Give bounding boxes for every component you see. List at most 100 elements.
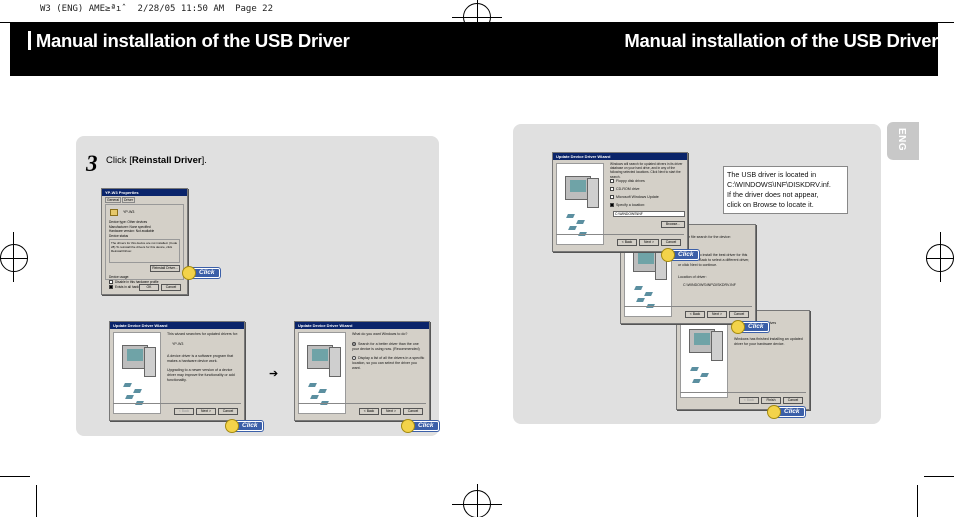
cancel-button[interactable]: Cancel <box>783 397 803 404</box>
registration-mark-h <box>0 258 28 259</box>
crop-mark <box>36 485 37 517</box>
computer-icon <box>711 331 723 361</box>
tab-driver[interactable]: Driver <box>122 197 136 203</box>
step-number: 3 <box>86 151 98 176</box>
disk-icon <box>700 373 709 377</box>
left-page-title: Manual installation of the USB Driver <box>28 30 350 52</box>
click-label: Click <box>784 408 800 415</box>
reinstall-driver-button[interactable]: Reinstall Driver... <box>150 265 180 272</box>
click-label: Click <box>199 269 215 276</box>
next-button[interactable]: Next > <box>639 239 659 246</box>
next-button[interactable]: Next > <box>381 408 401 415</box>
status-label: Device status <box>109 233 129 238</box>
cancel-button[interactable]: Cancel <box>161 284 181 291</box>
disk-icon <box>125 395 134 399</box>
title-rule <box>28 31 31 50</box>
checkbox-icon <box>610 203 614 207</box>
wizard-text: Upgrading to a newer version of a device… <box>167 368 235 382</box>
click-label: Click <box>748 323 764 330</box>
print-slug: W3 (ENG) AME≥ªıˆ 2/28/05 11:50 AM Page 2… <box>40 4 273 14</box>
wizard-intro: This wizard searches for updated drivers… <box>167 332 238 336</box>
location-option[interactable]: Microsoft Windows Update <box>610 195 659 200</box>
cancel-button[interactable]: Cancel <box>661 239 681 246</box>
wizard-question: What do you want Windows to do? <box>352 332 408 336</box>
step-prefix: Click [ <box>106 155 132 166</box>
wizard-option[interactable]: Search for a better driver than the one … <box>352 342 426 352</box>
divider <box>680 392 806 393</box>
registration-mark-v <box>477 484 478 517</box>
step-instruction: Click [Reinstall Driver]. <box>106 155 207 166</box>
disk-icon <box>690 367 699 371</box>
next-button[interactable]: Next > <box>707 311 727 318</box>
wizard-illustration <box>556 163 604 245</box>
device-name: YP-W3 <box>123 210 135 214</box>
ok-button[interactable]: OK <box>139 284 159 291</box>
disk-icon <box>566 214 575 218</box>
back-button[interactable]: < Back <box>685 311 705 318</box>
tab-general[interactable]: General <box>105 197 122 203</box>
disk-icon <box>308 383 317 387</box>
device-info: Device type: Other devices Manufacturer:… <box>109 220 154 238</box>
browse-button[interactable]: Browse... <box>661 221 685 228</box>
wizard-option[interactable]: Display a list of all the drivers in a s… <box>352 356 426 371</box>
disk-icon <box>123 383 132 387</box>
wizard-text: ...driver file search for the device: <box>678 235 731 239</box>
location-option[interactable]: Specify a location: <box>610 203 645 208</box>
cancel-button[interactable]: Cancel <box>403 408 423 415</box>
cancel-button[interactable]: Cancel <box>218 408 238 415</box>
location-option[interactable]: CD-ROM drive <box>610 187 640 192</box>
language-tab: ENG <box>887 122 919 160</box>
wizard-buttons: < Back Next > Cancel <box>174 408 238 415</box>
computer-icon <box>329 347 341 377</box>
wizard-text: A device driver is a software program th… <box>167 354 234 363</box>
back-button[interactable]: < Back <box>739 397 759 404</box>
crop-mark <box>938 22 954 23</box>
callout-line: If the driver does not appear, <box>727 190 819 199</box>
registration-mark-v <box>13 232 14 282</box>
step-suffix: ]. <box>201 155 207 166</box>
location-option-label: Specify a location: <box>616 203 646 207</box>
registration-mark-v <box>940 232 941 282</box>
click-badge: Click <box>661 248 699 262</box>
wizard-buttons: < Back Next > Cancel <box>617 239 681 246</box>
disk-icon <box>576 220 585 224</box>
click-badge: Click <box>767 405 805 419</box>
left-title-text: Manual installation of the USB Driver <box>35 30 350 51</box>
next-button[interactable]: Next > <box>196 408 216 415</box>
callout-line: C:\WINDOWS\INF\DISKDRV.inf. <box>727 180 831 189</box>
location-value: C:\WINDOWS\INF\DISKDRV.INF <box>683 283 736 287</box>
title-rule <box>943 31 946 50</box>
wizard-text: Windows has finished installing an updat… <box>734 337 803 346</box>
wizard-illustration <box>113 332 161 414</box>
disk-icon <box>636 298 645 302</box>
divider <box>556 234 684 235</box>
wizard-welcome-dialog: Update Device Driver Wizard This wizard … <box>109 321 245 421</box>
location-path-field[interactable]: C:\WINDOWS\INF <box>613 211 685 217</box>
wizard-buttons: < Back Next > Cancel <box>685 311 749 318</box>
back-button[interactable]: < Back <box>359 408 379 415</box>
crop-mark <box>0 476 30 477</box>
finish-button[interactable]: Finish <box>761 397 781 404</box>
tab-row: General Driver <box>105 197 136 203</box>
checkbox-icon <box>610 187 614 191</box>
computer-icon <box>144 347 156 377</box>
checkbox-icon <box>610 195 614 199</box>
dialog-title: Update Device Driver Wizard <box>295 322 429 329</box>
click-label: Click <box>418 422 434 429</box>
cancel-button[interactable]: Cancel <box>729 311 749 318</box>
back-button[interactable]: < Back <box>174 408 194 415</box>
wizard-buttons: < Back Finish Cancel <box>739 397 803 404</box>
tab-page: YP-W3 Device type: Other devices Manufac… <box>105 204 184 289</box>
click-badge: Click <box>731 320 769 334</box>
arrow-right-icon: ➔ <box>269 368 279 380</box>
callout-line: The USB driver is located in <box>727 170 817 179</box>
hand-pointer-icon <box>767 405 781 419</box>
disk-icon <box>634 286 643 290</box>
back-button[interactable]: < Back <box>617 239 637 246</box>
disk-icon <box>133 389 142 393</box>
divider <box>624 306 752 307</box>
info-row: Hardware version: Not available <box>109 229 155 233</box>
location-option[interactable]: Floppy disk drives <box>610 179 645 184</box>
status-box: The drivers for this device are not inst… <box>109 239 180 263</box>
hand-pointer-icon <box>182 266 196 280</box>
